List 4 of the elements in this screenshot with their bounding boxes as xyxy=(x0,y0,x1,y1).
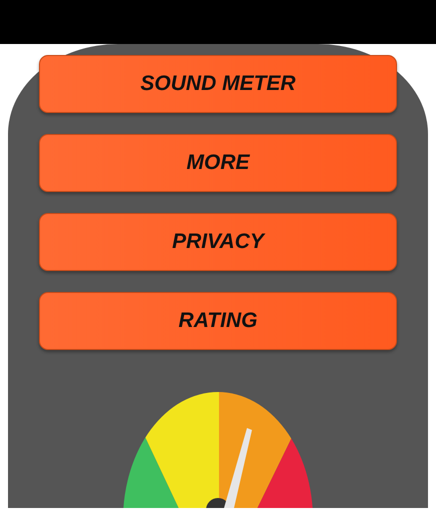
menu-button[interactable]: SOUND METER xyxy=(39,55,397,113)
menu-button[interactable]: MORE xyxy=(39,134,397,192)
menu-button[interactable]: PRIVACY xyxy=(39,213,397,271)
menu-button[interactable]: RATING xyxy=(39,292,397,350)
